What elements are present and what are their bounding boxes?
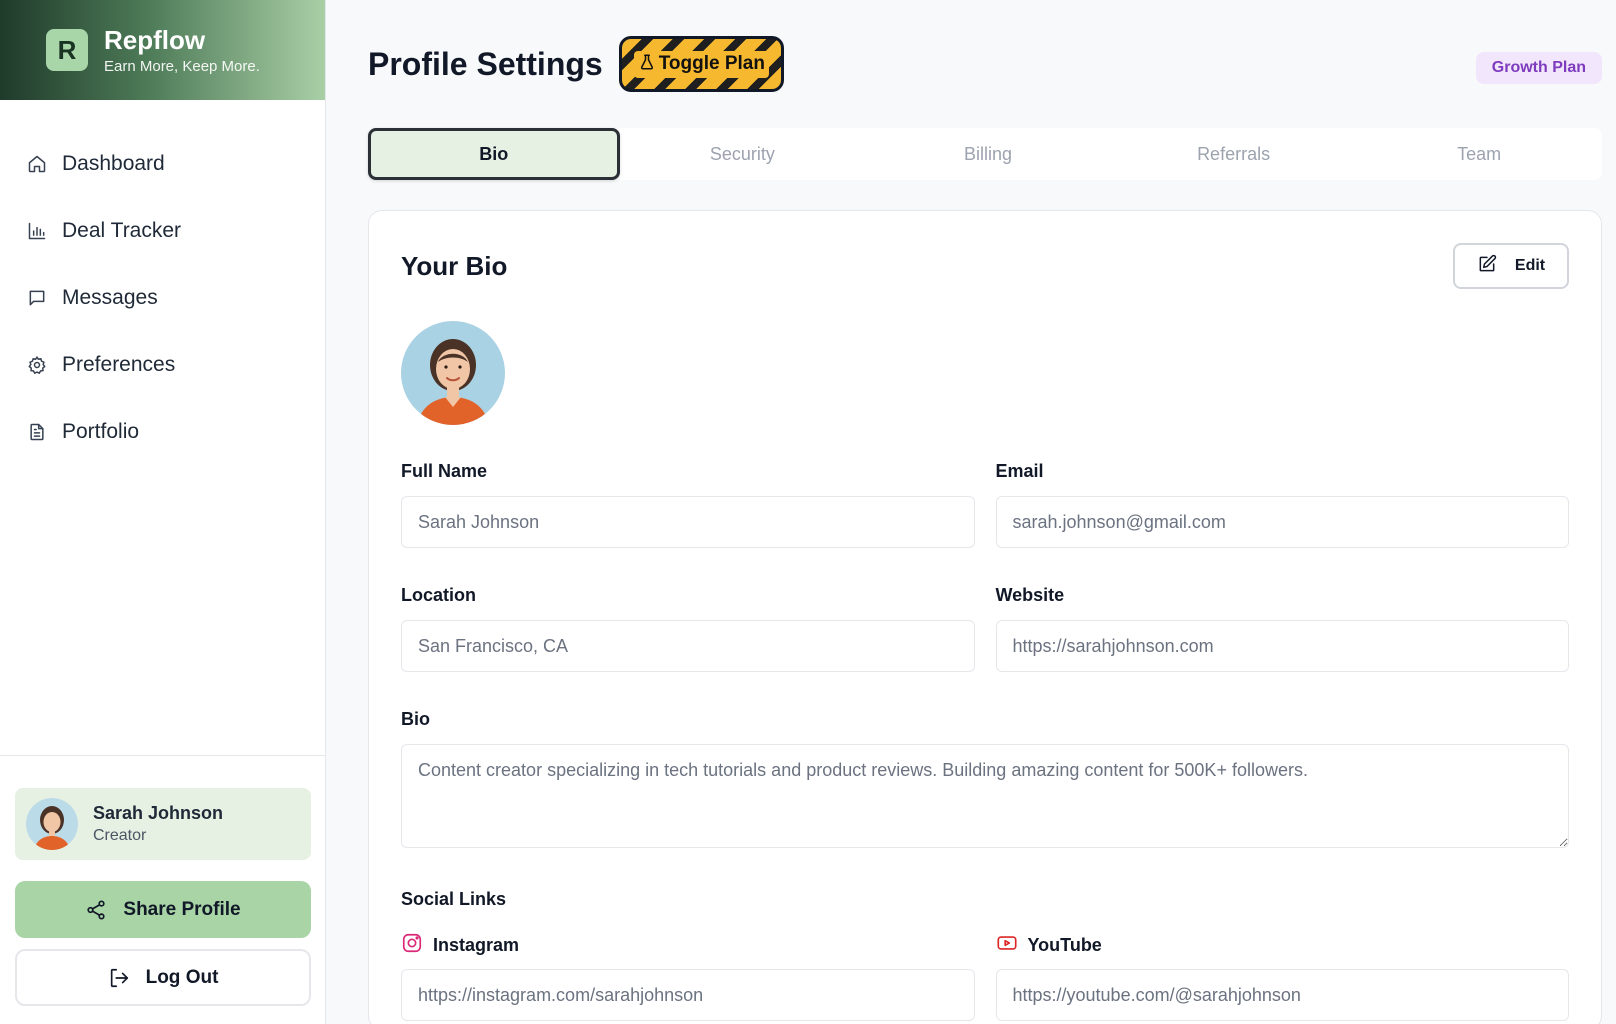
- sidebar-item-label: Dashboard: [62, 151, 165, 175]
- sidebar-footer: Sarah Johnson Creator Share Profile Log …: [0, 755, 326, 1006]
- youtube-label: YouTube: [1027, 935, 1102, 955]
- gear-icon: [26, 354, 48, 376]
- tab-security[interactable]: Security: [620, 128, 866, 180]
- logout-icon: [108, 967, 130, 989]
- toggle-plan-label: Toggle Plan: [658, 53, 765, 74]
- website-label: Website: [995, 585, 1065, 605]
- full-name-group: Full Name: [401, 461, 975, 548]
- bar-chart-icon: [26, 220, 48, 242]
- user-card[interactable]: Sarah Johnson Creator: [15, 788, 311, 860]
- full-name-input[interactable]: [401, 496, 975, 548]
- flask-icon: [638, 53, 656, 76]
- bio-card-header: Your Bio Edit: [401, 211, 1569, 321]
- edit-button[interactable]: Edit: [1453, 243, 1569, 289]
- instagram-icon: [401, 932, 433, 959]
- social-links-row: Instagram YouTube: [401, 932, 1569, 1021]
- message-icon: [26, 287, 48, 309]
- location-input[interactable]: [401, 620, 975, 672]
- sidebar-item-label: Portfolio: [62, 419, 140, 443]
- sidebar-item-label: Preferences: [62, 352, 176, 376]
- youtube-label-row: YouTube: [996, 932, 1570, 959]
- toggle-plan-inner: Toggle Plan: [633, 50, 769, 78]
- sidebar-item-portfolio[interactable]: Portfolio: [0, 398, 325, 465]
- location-website-row: Location Website: [401, 585, 1569, 672]
- toggle-plan-button[interactable]: Toggle Plan: [618, 36, 784, 92]
- share-profile-button[interactable]: Share Profile: [15, 881, 311, 938]
- edit-label: Edit: [1514, 257, 1546, 274]
- logout-label: Log Out: [145, 966, 219, 988]
- bio-textarea[interactable]: Content creator specializing in tech tut…: [401, 744, 1569, 848]
- sidebar-item-label: Messages: [62, 285, 158, 309]
- instagram-input[interactable]: [401, 969, 975, 1021]
- tab-referrals[interactable]: Referrals: [1111, 128, 1357, 180]
- email-input[interactable]: [995, 496, 1569, 548]
- sidebar-item-label: Deal Tracker: [62, 218, 182, 242]
- sidebar-nav: Dashboard Deal Tracker Messages Preferen…: [0, 100, 325, 465]
- main-content: Profile Settings Toggle Plan Growth Plan…: [368, 0, 1602, 1024]
- brand-logo: R: [46, 29, 88, 71]
- youtube-group: YouTube: [995, 932, 1570, 1021]
- bio-label: Bio: [401, 709, 430, 729]
- brand-name: Repflow: [104, 25, 206, 55]
- user-name: Sarah Johnson: [93, 803, 224, 823]
- sidebar-item-messages[interactable]: Messages: [0, 264, 325, 331]
- home-icon: [26, 153, 48, 175]
- logout-button[interactable]: Log Out: [15, 949, 311, 1006]
- website-group: Website: [995, 585, 1569, 672]
- page-title: Profile Settings: [368, 45, 603, 82]
- user-role: Creator: [93, 827, 147, 844]
- location-label: Location: [401, 585, 476, 605]
- brand-header: R Repflow Earn More, Keep More.: [0, 0, 325, 100]
- instagram-label-row: Instagram: [401, 932, 975, 959]
- user-info: Sarah Johnson Creator: [93, 803, 223, 845]
- social-links-title: Social Links: [401, 889, 507, 909]
- avatar: [26, 798, 78, 850]
- brand-tagline: Earn More, Keep More.: [104, 58, 260, 75]
- edit-icon: [1477, 254, 1497, 279]
- email-group: Email: [995, 461, 1569, 548]
- email-label: Email: [995, 461, 1044, 481]
- youtube-icon: [996, 932, 1028, 959]
- instagram-label: Instagram: [433, 935, 520, 955]
- tab-team[interactable]: Team: [1356, 128, 1602, 180]
- bio-card-title: Your Bio: [401, 250, 508, 281]
- sidebar-item-deal-tracker[interactable]: Deal Tracker: [0, 197, 325, 264]
- profile-avatar[interactable]: [401, 321, 505, 425]
- full-name-label: Full Name: [401, 461, 488, 481]
- website-input[interactable]: [995, 620, 1569, 672]
- instagram-group: Instagram: [401, 932, 975, 1021]
- sidebar-item-preferences[interactable]: Preferences: [0, 331, 325, 398]
- share-icon: [85, 899, 107, 921]
- plan-badge: Growth Plan: [1475, 52, 1602, 84]
- sidebar: R Repflow Earn More, Keep More. Dashboar…: [0, 0, 326, 1024]
- settings-tabs: Bio Security Billing Referrals Team: [368, 128, 1602, 180]
- name-email-row: Full Name Email: [401, 461, 1569, 548]
- document-icon: [26, 421, 48, 443]
- brand-text: Repflow Earn More, Keep More.: [104, 25, 260, 75]
- tab-bio[interactable]: Bio: [368, 128, 620, 180]
- page-header: Profile Settings Toggle Plan Growth Plan: [368, 0, 1602, 128]
- youtube-input[interactable]: [995, 969, 1569, 1021]
- sidebar-item-dashboard[interactable]: Dashboard: [0, 130, 325, 197]
- share-profile-label: Share Profile: [123, 898, 241, 920]
- location-group: Location: [401, 585, 975, 672]
- tab-billing[interactable]: Billing: [865, 128, 1111, 180]
- bio-card: Your Bio Edit Full Name Sarah Johnson Em…: [368, 210, 1602, 1024]
- bio-group: Bio Content creator specializing in tech…: [401, 709, 1569, 853]
